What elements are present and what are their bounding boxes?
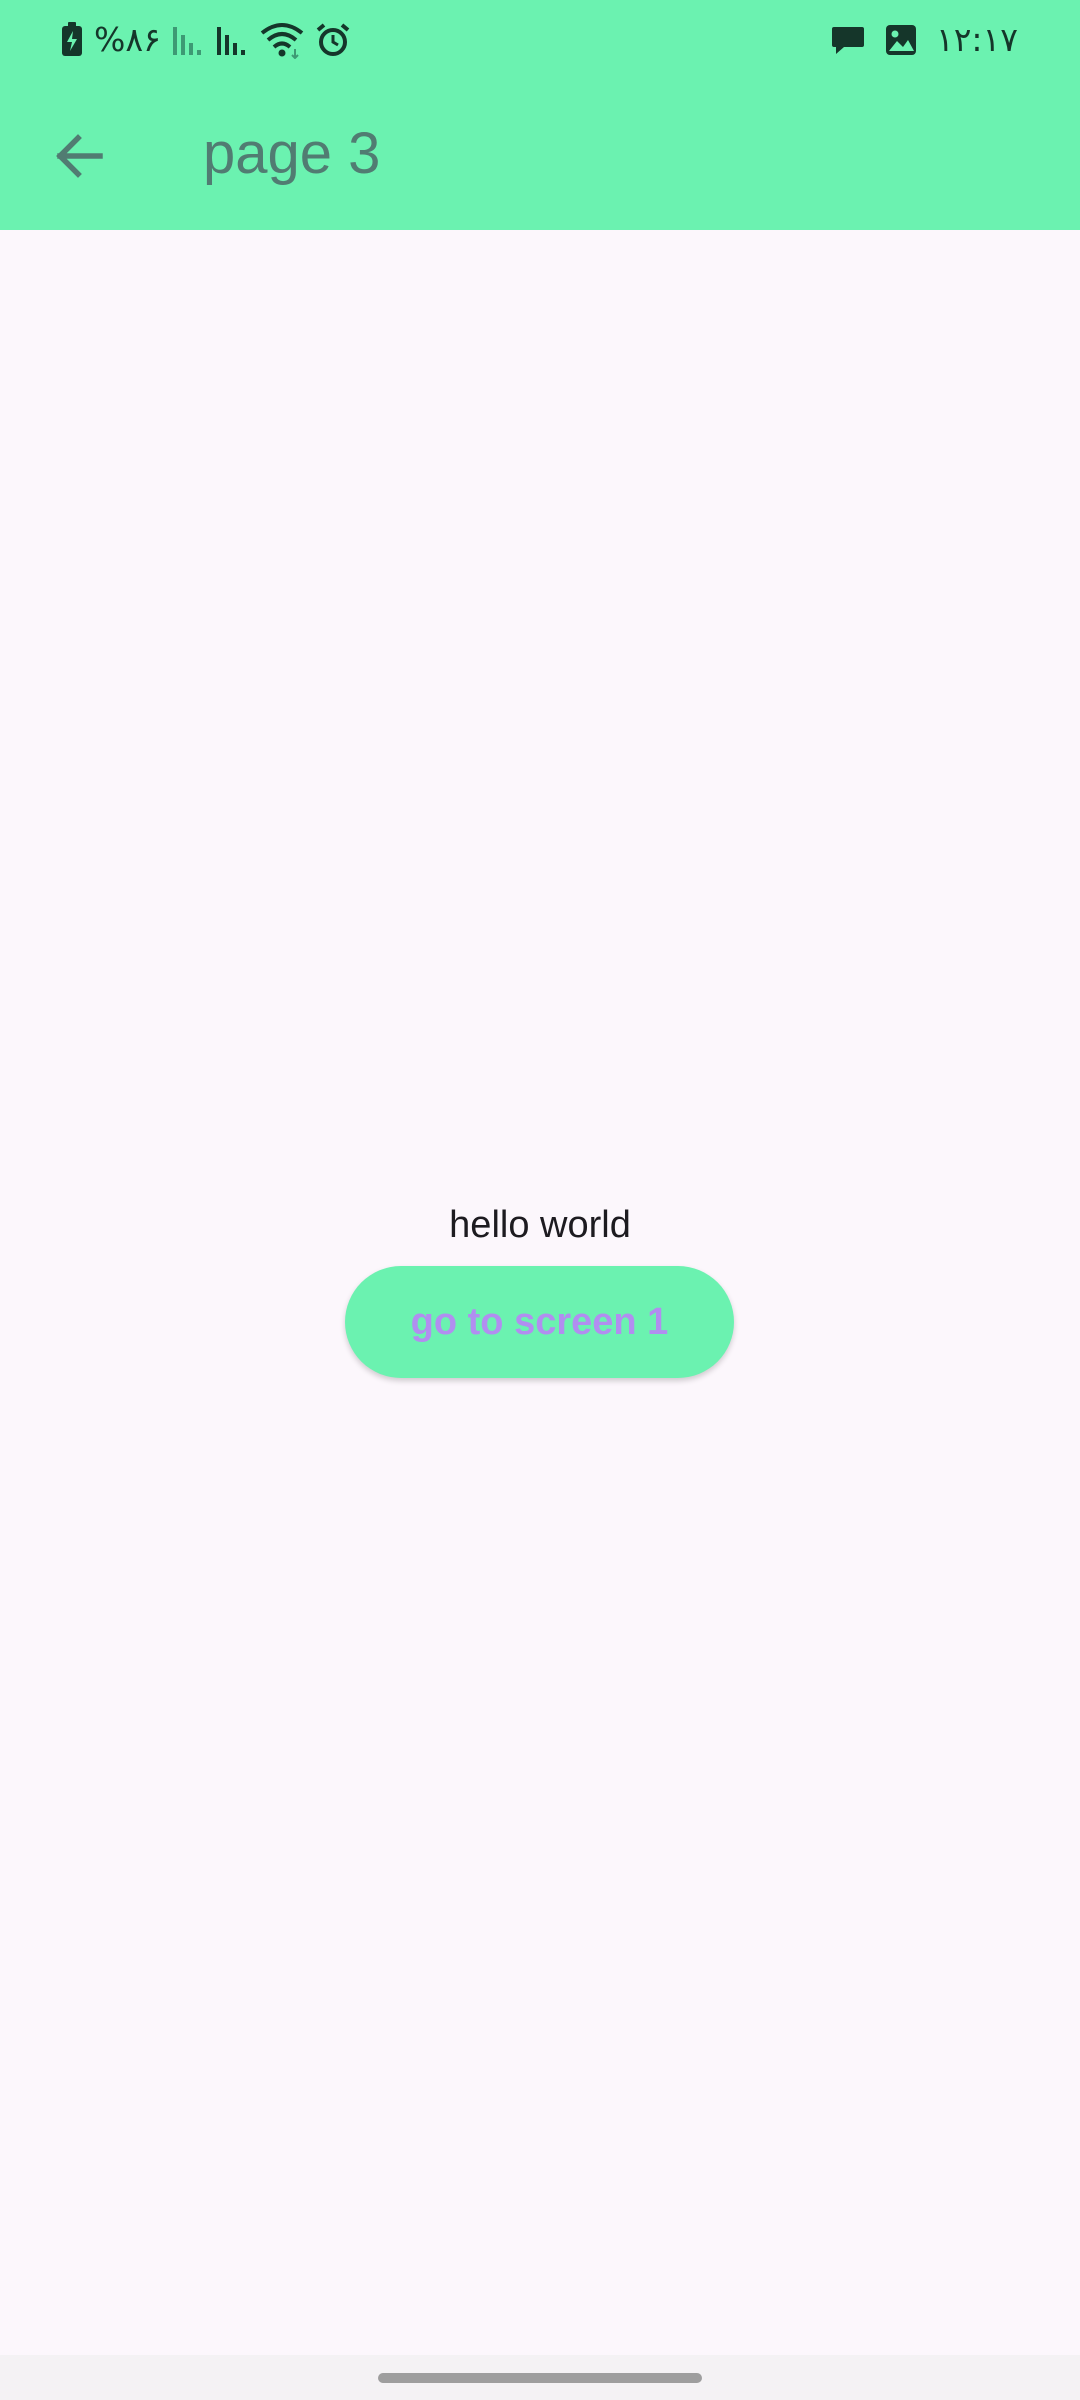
app-bar: %۸۶ ۱۲:۱۷ page 3: [0, 0, 1080, 230]
signal-bars-icon: [172, 27, 201, 55]
home-indicator[interactable]: [378, 2373, 702, 2383]
app-screen: %۸۶ ۱۲:۱۷ page 3 hello world go to scree…: [0, 0, 1080, 2400]
arrow-back-icon: [56, 134, 103, 178]
go-to-screen-1-button[interactable]: go to screen 1: [345, 1266, 734, 1378]
chat-bubble-icon: [831, 27, 864, 54]
status-bar-left: %۸۶: [60, 18, 351, 62]
battery-charging-icon: [62, 22, 82, 56]
back-button[interactable]: [38, 116, 118, 196]
signal-bars-icon: [216, 27, 245, 55]
status-time: ۱۲:۱۷: [935, 20, 1018, 59]
image-icon: [885, 25, 916, 55]
wifi-icon: [260, 23, 304, 59]
hello-text: hello world: [449, 1204, 631, 1246]
battery-percent: %۸۶: [94, 20, 161, 59]
status-bar-right: ۱۲:۱۷: [830, 18, 1018, 62]
page-title: page 3: [203, 121, 381, 186]
toolbar: page 3: [0, 80, 1080, 230]
alarm-icon: [316, 23, 350, 56]
status-bar: %۸۶ ۱۲:۱۷: [0, 0, 1080, 80]
